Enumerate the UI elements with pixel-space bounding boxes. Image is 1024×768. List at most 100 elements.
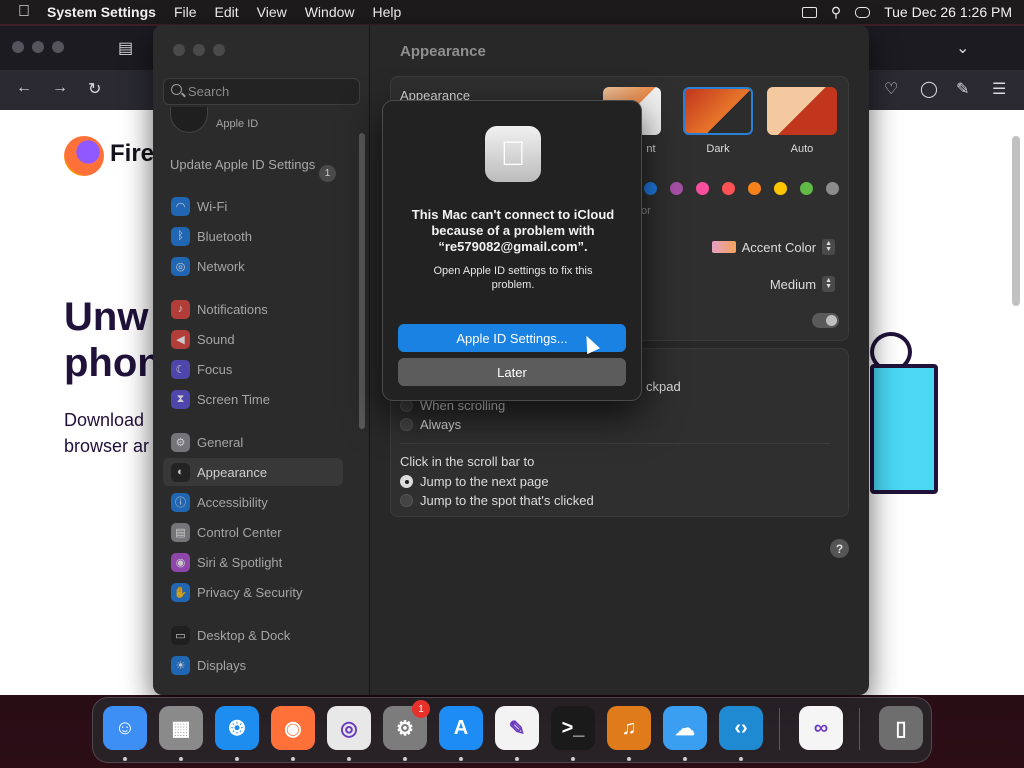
highlight-color-popup[interactable]: Accent Color ▲ ▼ bbox=[711, 239, 835, 255]
later-button[interactable]: Later bbox=[398, 358, 626, 386]
app-store-icon[interactable]: A bbox=[439, 706, 483, 750]
sidebar-icon-size-popup[interactable]: Medium ▲ ▼ bbox=[770, 276, 835, 292]
sidebar-item-label: Screen Time bbox=[197, 391, 270, 407]
sidebar-item-general[interactable]: ⚙ General bbox=[163, 428, 343, 456]
theme-auto-thumbnail[interactable] bbox=[767, 87, 837, 135]
sidebar-scrollbar[interactable] bbox=[359, 133, 365, 429]
accent-swatch[interactable] bbox=[696, 182, 709, 195]
close-window-button[interactable] bbox=[12, 41, 24, 53]
dock-icon: ▭ bbox=[171, 625, 190, 645]
control-center-icon[interactable] bbox=[855, 6, 871, 18]
radio-always[interactable]: Always bbox=[400, 417, 461, 432]
account-icon[interactable]: ◯ bbox=[920, 79, 938, 99]
accent-swatch[interactable] bbox=[800, 182, 813, 195]
sidebar-item-control-center[interactable]: ▤ Control Center bbox=[163, 518, 343, 546]
tab-overview-icon[interactable]: ▤ bbox=[118, 38, 133, 58]
menu-window[interactable]: Window bbox=[296, 4, 364, 20]
wallpaper-tinting-toggle[interactable] bbox=[812, 313, 839, 328]
globe-icon: ◎ bbox=[171, 256, 190, 276]
minimize-window-button[interactable] bbox=[193, 44, 205, 56]
bell-icon: ♪ bbox=[171, 299, 190, 319]
launchpad-icon[interactable]: ▦ bbox=[159, 706, 203, 750]
avatar[interactable] bbox=[170, 107, 208, 133]
finder-icon[interactable]: ☺ bbox=[103, 706, 147, 750]
running-indicator bbox=[571, 757, 575, 761]
sidebar-item-label: Siri & Spotlight bbox=[197, 554, 283, 570]
sidebar-item-bluetooth[interactable]: ᛒ Bluetooth bbox=[163, 222, 343, 250]
sidebar-item-desktop-dock[interactable]: ▭ Desktop & Dock bbox=[163, 621, 343, 649]
accent-partial-label: or bbox=[641, 205, 651, 217]
sidebar-item-focus[interactable]: ☾ Focus bbox=[163, 355, 343, 383]
help-button[interactable]: ? bbox=[830, 539, 849, 558]
weather-icon[interactable]: ☁ bbox=[663, 706, 707, 750]
radio-button[interactable] bbox=[400, 418, 413, 431]
sidebar-item-screen-time[interactable]: ⧗ Screen Time bbox=[163, 385, 343, 413]
sidebar-item-accessibility[interactable]: ⓘ Accessibility bbox=[163, 488, 343, 516]
menu-app-name[interactable]: System Settings bbox=[39, 4, 165, 20]
sidebar-item-appearance[interactable]: ◐ Appearance bbox=[163, 458, 343, 486]
zoom-window-button[interactable] bbox=[52, 41, 64, 53]
firefox-scrollbar[interactable] bbox=[1012, 136, 1020, 306]
sidebar-item-notifications[interactable]: ♪ Notifications bbox=[163, 295, 343, 323]
hamburger-menu-icon[interactable]: ☰ bbox=[992, 79, 1006, 99]
search-input[interactable]: Search bbox=[163, 78, 360, 105]
sidebar-item-displays[interactable]: ☀ Displays bbox=[163, 651, 343, 679]
reload-icon[interactable]: ↻ bbox=[88, 79, 101, 99]
apple-icon[interactable]:  bbox=[0, 3, 39, 21]
sidebar-item-siri-spotlight[interactable]: ◉ Siri & Spotlight bbox=[163, 548, 343, 576]
accent-swatch[interactable] bbox=[722, 182, 735, 195]
radio-jump-to-spot[interactable]: Jump to the spot that's clicked bbox=[400, 493, 594, 508]
radio-button[interactable] bbox=[400, 494, 413, 507]
trash-icon[interactable]: ▯ bbox=[879, 706, 923, 750]
sun-icon: ☀ bbox=[171, 655, 190, 675]
vscode-icon[interactable]: ‹› bbox=[719, 706, 763, 750]
sidebar-item-wi-fi[interactable]: ◠ Wi-Fi bbox=[163, 192, 343, 220]
terminal-icon[interactable]: >_ bbox=[551, 706, 595, 750]
safari-icon[interactable]: ❂ bbox=[215, 706, 259, 750]
chrome-icon[interactable]: ◎ bbox=[327, 706, 371, 750]
forward-icon[interactable]: → bbox=[52, 79, 68, 97]
back-icon[interactable]: ← bbox=[16, 79, 32, 97]
accent-swatch[interactable] bbox=[774, 182, 787, 195]
radio-jump-next-page[interactable]: Jump to the next page bbox=[400, 474, 549, 489]
textedit-icon[interactable]: ✎ bbox=[495, 706, 539, 750]
menu-help[interactable]: Help bbox=[364, 4, 411, 20]
visual-studio-icon[interactable]: ∞ bbox=[799, 706, 843, 750]
accent-swatch[interactable] bbox=[670, 182, 683, 195]
theme-dark-thumbnail[interactable] bbox=[683, 87, 753, 135]
accent-swatch[interactable] bbox=[826, 182, 839, 195]
chevron-down-icon[interactable]: ⌄ bbox=[956, 38, 969, 58]
radio-label: Always bbox=[420, 417, 462, 432]
sidebar-item-update-apple-id[interactable]: Update Apple ID Settings bbox=[170, 157, 320, 173]
sidebar-item-label: Wi-Fi bbox=[197, 198, 228, 214]
menu-clock[interactable]: Tue Dec 26 1:26 PM bbox=[884, 4, 1012, 20]
moon-icon: ☾ bbox=[171, 359, 190, 379]
theme-dark-label: Dark bbox=[706, 143, 730, 155]
pocket-icon[interactable]: ♡ bbox=[884, 79, 898, 99]
firefox-icon[interactable]: ◉ bbox=[271, 706, 315, 750]
sidebar-item-network[interactable]: ◎ Network bbox=[163, 252, 343, 280]
minimize-window-button[interactable] bbox=[32, 41, 44, 53]
spotlight-search-icon[interactable]: ⚲ bbox=[831, 4, 841, 21]
menu-edit[interactable]: Edit bbox=[206, 4, 248, 20]
screen-mirror-icon[interactable] bbox=[801, 6, 817, 18]
accent-swatch[interactable] bbox=[748, 182, 761, 195]
radio-button-selected[interactable] bbox=[400, 475, 413, 488]
gear-icon: ⚙ bbox=[171, 432, 190, 452]
update-count-badge: 1 bbox=[319, 165, 336, 182]
garageband-icon[interactable]: ♫ bbox=[607, 706, 651, 750]
running-indicator bbox=[627, 757, 631, 761]
close-window-button[interactable] bbox=[173, 44, 185, 56]
running-indicator bbox=[235, 757, 239, 761]
sidebar-item-label: Bluetooth bbox=[197, 228, 252, 244]
sidebar-item-sound[interactable]: ◀ Sound bbox=[163, 325, 343, 353]
menu-view[interactable]: View bbox=[248, 4, 296, 20]
sidebar-item-privacy-security[interactable]: ✋ Privacy & Security bbox=[163, 578, 343, 606]
extensions-icon[interactable]: ✎ bbox=[956, 79, 969, 99]
menu-file[interactable]: File bbox=[165, 4, 206, 20]
apple-id-label[interactable]: Apple ID bbox=[216, 118, 258, 130]
sidebar-item-label: Focus bbox=[197, 361, 233, 377]
accent-swatch[interactable] bbox=[644, 182, 657, 195]
running-indicator bbox=[739, 757, 743, 761]
zoom-window-button[interactable] bbox=[213, 44, 225, 56]
